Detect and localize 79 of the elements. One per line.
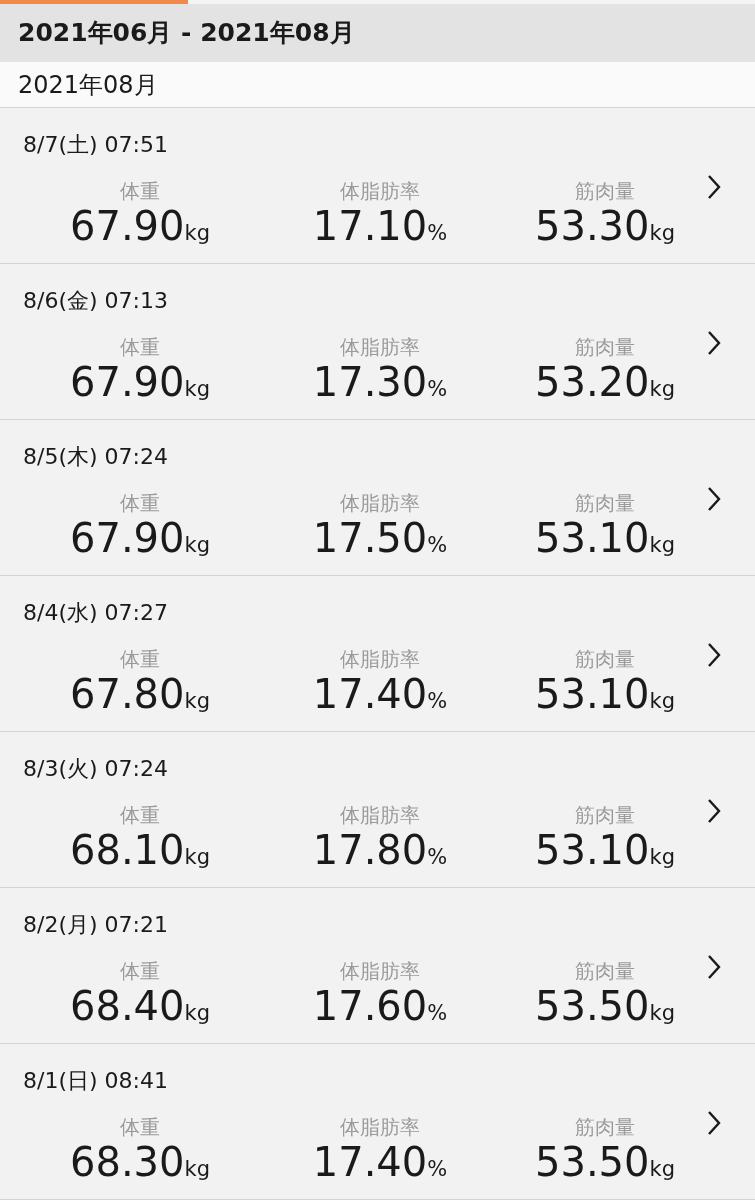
metric-label: 体重 bbox=[120, 646, 160, 672]
metric-label: 体脂肪率 bbox=[340, 958, 420, 984]
date-time: 8/3(火) 07:24 bbox=[23, 755, 168, 783]
month-header: 2021年08月 bbox=[0, 62, 755, 108]
metric-unit: % bbox=[427, 376, 448, 403]
metric-unit: kg bbox=[184, 844, 210, 871]
metric-value: 67.90 bbox=[70, 204, 185, 248]
metric-value: 67.90 bbox=[70, 516, 185, 560]
metric-label: 筋肉量 bbox=[575, 334, 635, 360]
metric-label: 体脂肪率 bbox=[340, 490, 420, 516]
metric-value: 53.50 bbox=[535, 984, 650, 1028]
date-time: 8/1(日) 08:41 bbox=[23, 1067, 168, 1095]
metric-label: 体脂肪率 bbox=[340, 802, 420, 828]
metric-value: 67.80 bbox=[70, 672, 185, 716]
metric-value: 17.50 bbox=[312, 516, 428, 560]
metric-label: 体脂肪率 bbox=[340, 1114, 420, 1140]
metric-value: 17.10 bbox=[312, 204, 428, 248]
metric-value: 53.10 bbox=[535, 672, 650, 716]
metric-unit: kg bbox=[184, 532, 210, 559]
metric-label: 体重 bbox=[120, 802, 160, 828]
chevron-right-icon bbox=[706, 174, 722, 200]
metric-value: 17.40 bbox=[312, 672, 428, 716]
date-time: 8/5(木) 07:24 bbox=[23, 443, 168, 471]
metric-label: 筋肉量 bbox=[575, 1114, 635, 1140]
metric-value: 17.60 bbox=[312, 984, 428, 1028]
metric-unit: kg bbox=[649, 376, 675, 403]
metric-value: 68.40 bbox=[70, 984, 185, 1028]
metric-unit: kg bbox=[184, 1156, 210, 1183]
date-time: 8/6(金) 07:13 bbox=[23, 287, 168, 315]
metric-unit: kg bbox=[184, 376, 210, 403]
metric-label: 体重 bbox=[120, 334, 160, 360]
metric-unit: % bbox=[427, 1156, 448, 1183]
metric-label: 筋肉量 bbox=[575, 958, 635, 984]
chevron-right-icon bbox=[706, 330, 722, 356]
chevron-right-icon bbox=[706, 486, 722, 512]
metric-value: 53.10 bbox=[535, 516, 650, 560]
range-header: 2021年06月 - 2021年08月 bbox=[0, 4, 755, 62]
metric-unit: % bbox=[427, 844, 448, 871]
metric-label: 筋肉量 bbox=[575, 490, 635, 516]
metric-unit: kg bbox=[649, 844, 675, 871]
metric-label: 筋肉量 bbox=[575, 646, 635, 672]
metric-label: 体脂肪率 bbox=[340, 646, 420, 672]
metric-unit: kg bbox=[649, 220, 675, 247]
metric-unit: kg bbox=[184, 688, 210, 715]
chevron-right-icon bbox=[706, 954, 722, 980]
metric-unit: kg bbox=[649, 1000, 675, 1027]
chevron-right-icon bbox=[706, 798, 722, 824]
metric-unit: kg bbox=[184, 220, 210, 247]
metric-value: 53.10 bbox=[535, 828, 650, 872]
metric-unit: % bbox=[427, 688, 448, 715]
metric-value: 67.90 bbox=[70, 360, 185, 404]
chevron-right-icon bbox=[706, 1110, 722, 1136]
metric-label: 体脂肪率 bbox=[340, 334, 420, 360]
metric-value: 53.50 bbox=[535, 1140, 650, 1184]
metric-value: 68.10 bbox=[70, 828, 185, 872]
metric-unit: kg bbox=[184, 1000, 210, 1027]
metric-value: 53.20 bbox=[535, 360, 650, 404]
metric-label: 筋肉量 bbox=[575, 178, 635, 204]
metric-unit: kg bbox=[649, 1156, 675, 1183]
metric-label: 筋肉量 bbox=[575, 802, 635, 828]
metric-label: 体重 bbox=[120, 178, 160, 204]
metric-label: 体重 bbox=[120, 490, 160, 516]
metric-label: 体重 bbox=[120, 1114, 160, 1140]
metric-unit: % bbox=[427, 220, 448, 247]
metric-unit: kg bbox=[649, 532, 675, 559]
date-time: 8/2(月) 07:21 bbox=[23, 911, 168, 939]
metric-value: 53.30 bbox=[535, 204, 650, 248]
metric-unit: % bbox=[427, 1000, 448, 1027]
metric-value: 17.40 bbox=[312, 1140, 428, 1184]
metric-unit: kg bbox=[649, 688, 675, 715]
metric-value: 17.30 bbox=[312, 360, 428, 404]
metric-label: 体脂肪率 bbox=[340, 178, 420, 204]
metric-value: 68.30 bbox=[70, 1140, 185, 1184]
metric-label: 体重 bbox=[120, 958, 160, 984]
metric-value: 17.80 bbox=[312, 828, 428, 872]
date-time: 8/7(土) 07:51 bbox=[23, 131, 168, 159]
chevron-right-icon bbox=[706, 642, 722, 668]
metric-unit: % bbox=[427, 532, 448, 559]
date-time: 8/4(水) 07:27 bbox=[23, 599, 168, 627]
